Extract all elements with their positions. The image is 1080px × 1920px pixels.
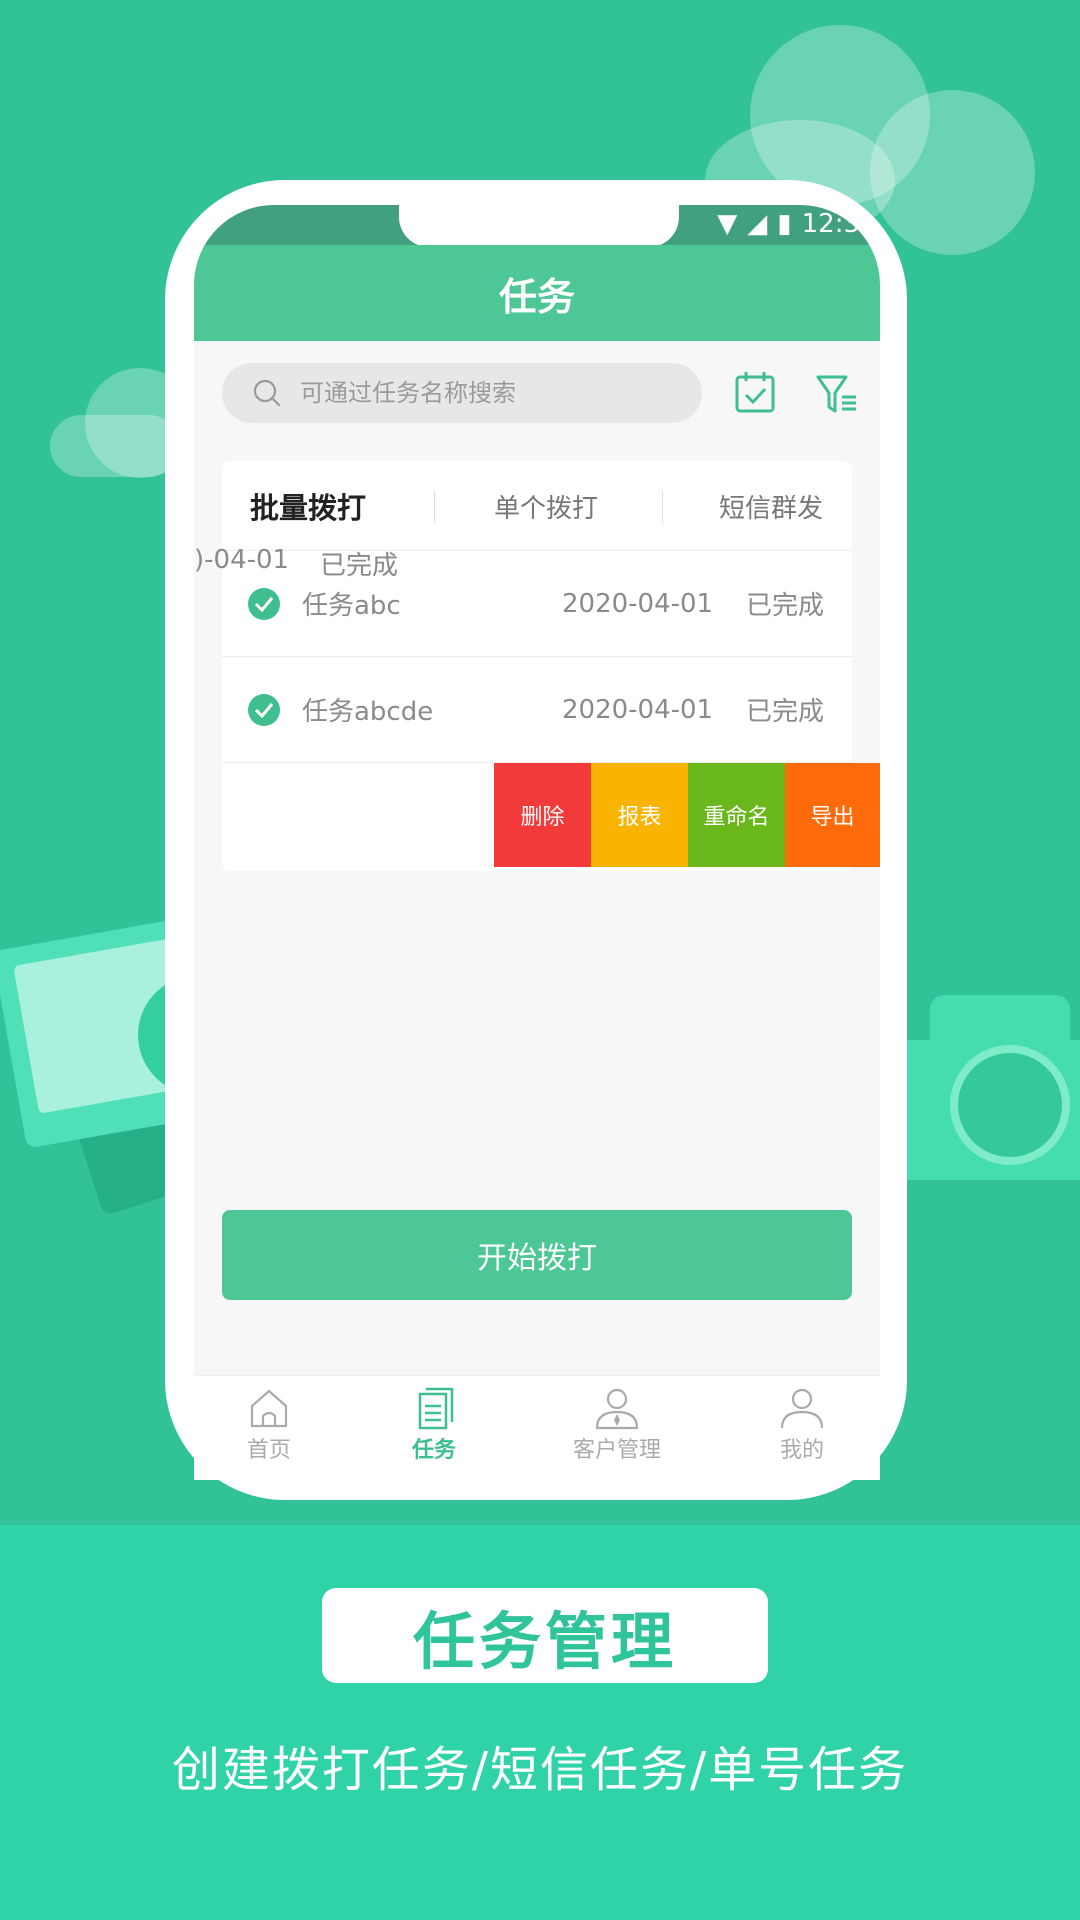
bottom-nav: 首页 任务 客户管理 我的 [194,1375,880,1480]
nav-home[interactable]: 首页 [199,1386,339,1476]
wifi-icon: ▼ [717,209,738,239]
nav-label: 我的 [779,1438,824,1463]
nav-tasks[interactable]: 任务 [364,1386,504,1476]
search-input[interactable] [300,379,680,407]
export-button[interactable]: 导出 [785,763,880,867]
battery-icon: ▮ [777,209,792,239]
search-box[interactable] [222,363,702,423]
task-icon [418,1387,454,1430]
start-call-button[interactable]: 开始拨打 [222,1210,852,1300]
camera-lens-decoration [950,1045,1070,1165]
filter-button[interactable] [814,371,860,417]
nav-label: 任务 [411,1438,456,1463]
nav-label: 首页 [246,1438,291,1463]
rename-button[interactable]: 重命名 [688,763,785,867]
calendar-check-icon [735,372,775,413]
delete-button[interactable]: 删除 [494,763,591,867]
feature-subtitle: 创建拨打任务/短信任务/单号任务 [171,1742,909,1798]
cloud-decoration [50,415,180,477]
app-bar: 任务 [194,245,880,341]
nav-profile[interactable]: 我的 [732,1386,872,1476]
filter-icon [816,375,856,413]
page-title: 任务 [498,274,575,319]
phone-notch [399,205,679,247]
task-name: 任务abcde [302,697,434,727]
customer-icon [595,1388,639,1430]
signal-icon: ◢ [747,209,768,239]
report-button[interactable]: 报表 [591,763,688,867]
task-row[interactable]: 任务abcde 2020-04-01 已完成 [222,657,852,763]
calendar-button[interactable] [732,369,778,415]
phone-screen: ▼ ◢ ▮ 12:3 任务 批量拨打 [194,205,880,1480]
feature-title: 任务管理 [412,1604,677,1678]
background-bottom [0,1525,1080,1920]
nav-customer-management[interactable]: 客户管理 [547,1386,687,1476]
task-date: )-04-01 [194,545,290,575]
check-circle-icon [248,693,280,726]
profile-icon [780,1388,824,1429]
task-status: 已完成 [746,697,825,727]
status-time: 12:3 [801,209,860,239]
search-icon [253,379,281,407]
cloud-decoration [870,90,1035,255]
home-icon [250,1389,288,1428]
task-status: 已完成 [320,551,399,581]
task-date: 2020-04-01 [562,694,714,725]
swiped-task-row[interactable]: )-04-01 已完成 [194,507,880,613]
nav-label: 客户管理 [572,1438,661,1463]
status-icons: ▼ ◢ ▮ 12:3 [717,209,860,239]
feature-title-box: 任务管理 [322,1588,768,1683]
